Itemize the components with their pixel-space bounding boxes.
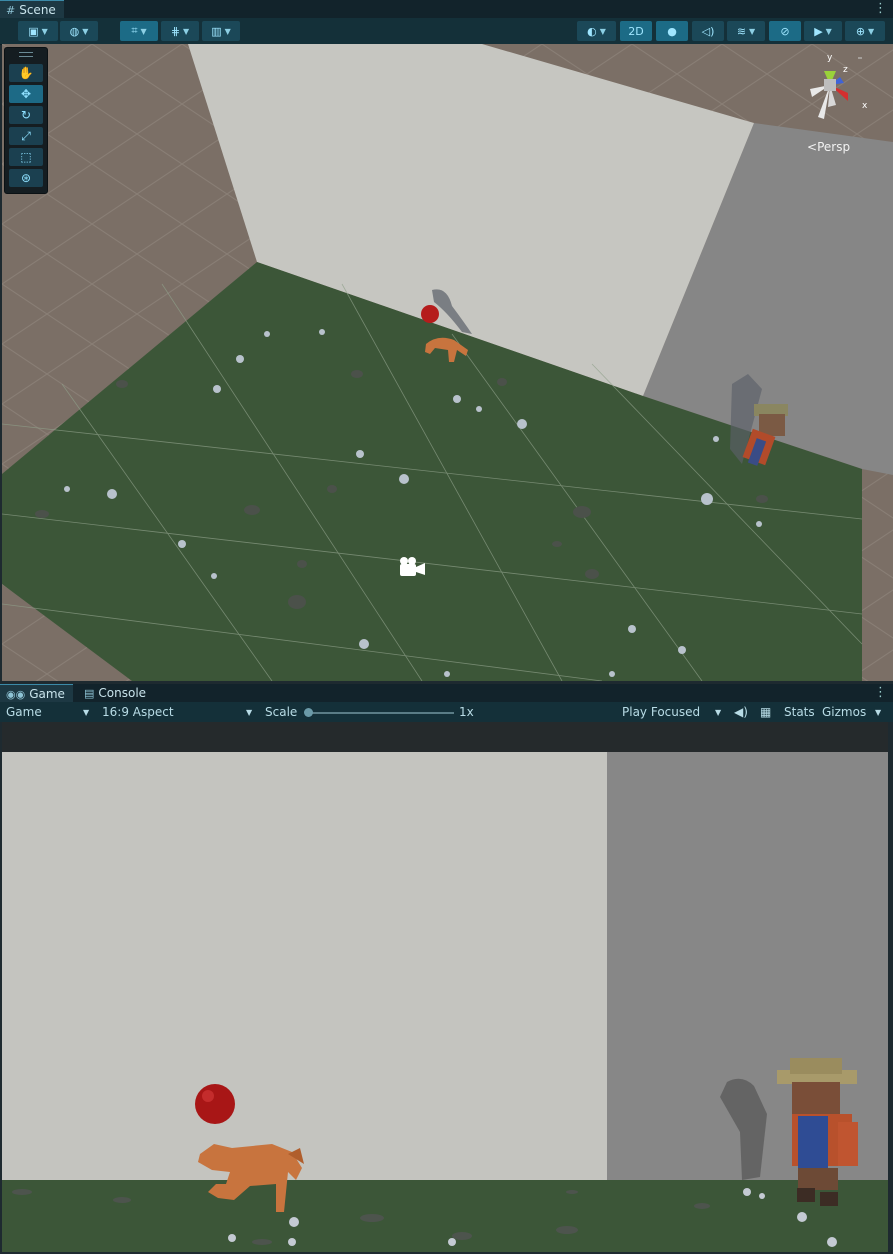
game-viewport[interactable] (2, 752, 888, 1252)
toggle-2d-button[interactable]: 2D (620, 21, 652, 41)
audio-icon: ◁) (701, 24, 715, 38)
persp-label: Persp (817, 140, 851, 154)
lightbulb-icon: ● (667, 24, 677, 38)
move-icon: ✥ (20, 87, 32, 101)
scene-tab-bar: # Scene ⋮ (0, 0, 893, 19)
tab-console[interactable]: ▤ Console (78, 684, 154, 702)
transform-tools-panel: ✋ ✥ ↻ ⤢ ⬚ ⊛ (4, 47, 48, 194)
grid-visibility-icon: ⋕ (170, 24, 181, 38)
scene-more-options-icon[interactable]: ⋮ (874, 1, 887, 16)
move-tool-button[interactable]: ✥ (9, 85, 43, 103)
persp-chevron-icon: < (807, 140, 818, 154)
mute-audio-icon[interactable]: ◀) (734, 705, 748, 719)
rotate-icon: ↻ (20, 108, 32, 122)
scene-viewport[interactable] (2, 44, 893, 681)
scale-icon: ⤢ (21, 128, 31, 143)
gizmo-globe-icon: ⊕ (855, 24, 866, 38)
game-letterbox-bar (2, 722, 888, 752)
increment-snap-button[interactable]: ▥ ▼ (202, 21, 240, 41)
console-icon: ▤ (84, 686, 95, 700)
gizmo-x-label: x (862, 101, 868, 111)
orientation-gizmo[interactable]: y z x (802, 53, 872, 130)
grid-visibility-button[interactable]: ⋕ ▼ (161, 21, 199, 41)
aspect-dropdown-arrow-icon[interactable]: ▼ (246, 708, 252, 717)
grid-icon: # (6, 3, 16, 17)
gizmos-button-game[interactable]: Gizmos (822, 705, 866, 719)
transform-icon: ⊛ (20, 171, 32, 185)
play-mode-arrow-icon[interactable]: ▼ (715, 708, 721, 717)
aspect-dropdown[interactable]: 16:9 Aspect (102, 705, 174, 719)
effects-layers-icon: ≋ (736, 24, 747, 38)
rect-tool-button[interactable]: ⬚ (9, 148, 43, 166)
shading-mode-button[interactable]: ◐ ▼ (577, 21, 616, 41)
tab-scene[interactable]: # Scene (0, 0, 64, 19)
game-toolbar: Game ▼ 16:9 Aspect ▼ Scale 1x Play Focus… (0, 702, 893, 722)
tab-game[interactable]: ◉◉ Game (0, 684, 73, 703)
camera-settings-button[interactable]: ▶ ▼ (804, 21, 842, 41)
scale-label: Scale (265, 705, 298, 719)
tab-console-label: Console (98, 686, 147, 700)
lighting-toggle-button[interactable]: ● (656, 21, 688, 41)
display-dropdown-arrow-icon[interactable]: ▼ (83, 708, 89, 717)
rotate-tool-button[interactable]: ↻ (9, 106, 43, 124)
shading-sphere-icon: ◐ (587, 24, 597, 38)
scale-slider-handle[interactable] (304, 708, 313, 717)
hand-icon: ✋ (18, 66, 34, 80)
draw-mode-icon: ▣ (28, 24, 39, 38)
axis-gizmo-icon (810, 57, 862, 119)
hand-tool-button[interactable]: ✋ (9, 64, 43, 82)
scale-slider-track[interactable] (308, 712, 454, 714)
play-mode-dropdown[interactable]: Play Focused (622, 705, 700, 719)
effects-button[interactable]: ≋ ▼ (727, 21, 765, 41)
display-dropdown[interactable]: Game (6, 705, 42, 719)
scene-visibility-button[interactable]: ⊘ (769, 21, 801, 41)
projection-toggle[interactable]: <Persp (807, 140, 850, 154)
tab-scene-label: Scene (19, 3, 56, 17)
tab-game-label: Game (29, 687, 65, 701)
hidden-eye-icon: ⊘ (780, 24, 790, 38)
rect-icon: ⬚ (20, 150, 32, 164)
transform-tool-button[interactable]: ⊛ (9, 169, 43, 187)
game-tab-bar: ◉◉ Game ▤ Console ⋮ (0, 684, 893, 703)
scale-value: 1x (459, 705, 474, 719)
game-render (2, 752, 888, 1252)
increment-snap-icon: ▥ (211, 24, 222, 38)
gamepad-icon: ◉◉ (6, 687, 26, 701)
scene-render (2, 44, 893, 681)
stats-button[interactable]: Stats (784, 705, 815, 719)
grid-snap-icon: ⌗ (131, 24, 138, 37)
aspect-grid-icon[interactable]: ▦ (760, 705, 771, 719)
gizmo-z-label: z (843, 65, 848, 75)
grid-snap-button[interactable]: ⌗ ▼ (120, 21, 158, 41)
global-local-button[interactable]: ◍ ▼ (60, 21, 98, 41)
audio-toggle-button[interactable]: ◁) (692, 21, 724, 41)
panel-drag-handle[interactable] (19, 52, 33, 57)
gizmo-y-label: y (827, 53, 833, 63)
scale-tool-button[interactable]: ⤢ (9, 127, 43, 145)
toggle-2d-label: 2D (628, 24, 644, 38)
draw-mode-button[interactable]: ▣ ▼ (18, 21, 58, 41)
globe-icon: ◍ (69, 24, 80, 38)
scene-toolbar: ▣ ▼ ◍ ▼ ⌗ ▼ ⋕ ▼ ▥ ▼ ◐ ▼ 2D ● ◁) ≋ ▼ ⊘ ▶ ▼ ⊕ ▼ (0, 18, 893, 45)
game-more-options-icon[interactable]: ⋮ (874, 685, 887, 700)
camera-icon: ▶ (814, 24, 823, 38)
gizmos-arrow-icon[interactable]: ▼ (875, 708, 881, 717)
gizmos-button[interactable]: ⊕ ▼ (845, 21, 885, 41)
